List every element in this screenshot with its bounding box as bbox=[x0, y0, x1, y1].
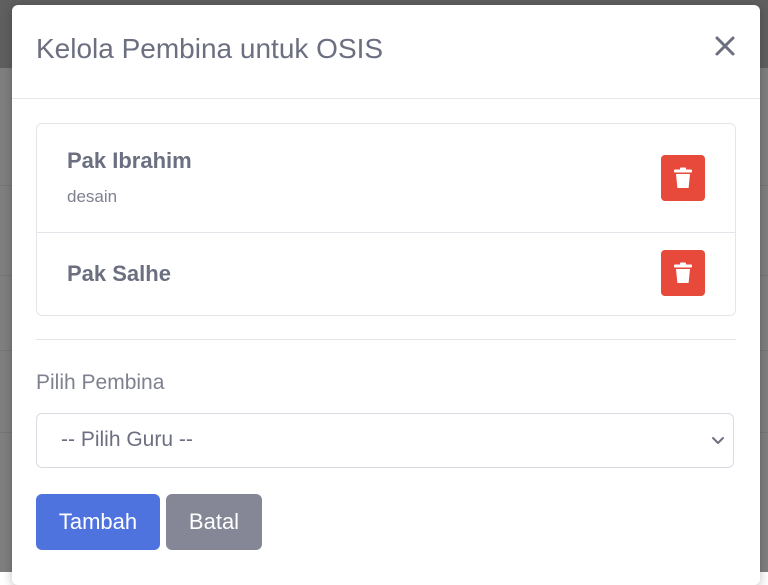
trash-icon bbox=[674, 167, 692, 188]
pilih-pembina-label: Pilih Pembina bbox=[36, 371, 165, 394]
batal-button[interactable]: Batal bbox=[166, 494, 262, 550]
pembina-name: Pak Ibrahim bbox=[67, 148, 192, 173]
guru-select-value: -- Pilih Guru -- bbox=[61, 428, 193, 451]
tambah-button[interactable]: Tambah bbox=[36, 494, 160, 550]
delete-pembina-button[interactable] bbox=[661, 250, 705, 296]
delete-pembina-button[interactable] bbox=[661, 155, 705, 201]
guru-select[interactable]: -- Pilih Guru -- bbox=[36, 413, 734, 468]
trash-icon bbox=[674, 262, 692, 283]
list-item: Pak Salhe bbox=[37, 233, 735, 315]
pembina-list: Pak Ibrahim desain Pak Salhe bbox=[36, 123, 736, 316]
chevron-down-icon bbox=[712, 437, 724, 444]
pembina-name: Pak Salhe bbox=[67, 261, 171, 286]
list-item: Pak Ibrahim desain bbox=[37, 124, 735, 233]
section-divider bbox=[36, 339, 736, 340]
modal-header: Kelola Pembina untuk OSIS bbox=[12, 5, 760, 99]
modal-title: Kelola Pembina untuk OSIS bbox=[36, 33, 384, 64]
pembina-role: desain bbox=[67, 187, 118, 206]
manage-pembina-modal: Kelola Pembina untuk OSIS Pak Ibrahim de… bbox=[12, 5, 760, 585]
close-button[interactable] bbox=[710, 31, 740, 61]
close-icon bbox=[715, 36, 735, 56]
